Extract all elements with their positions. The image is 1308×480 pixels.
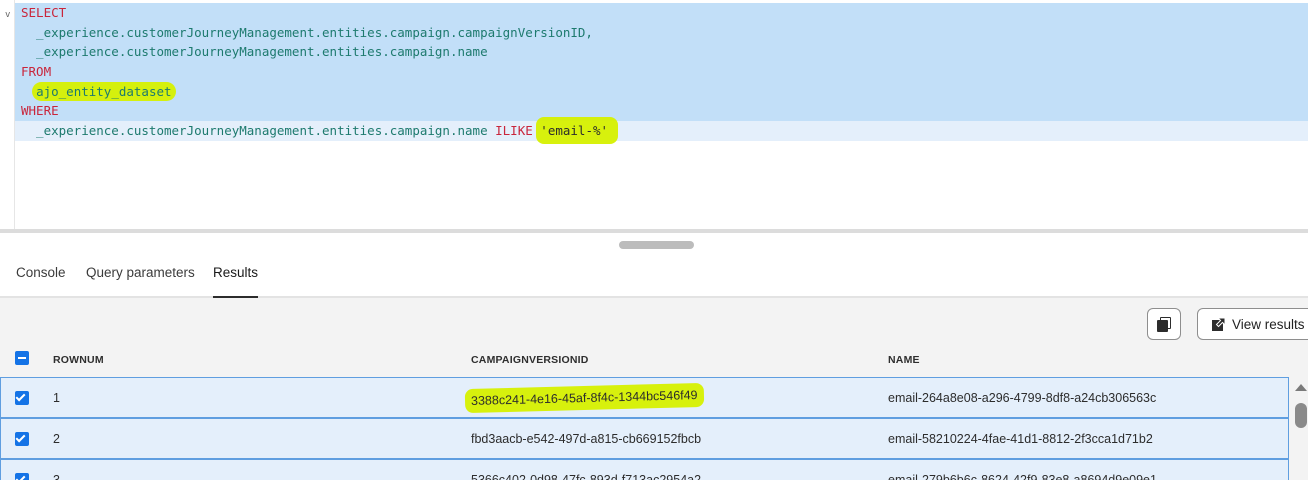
row-checkbox[interactable] [15,473,29,480]
code-area[interactable]: SELECT _experience.customerJourneyManage… [15,3,1308,145]
row-checkbox[interactable] [15,432,29,446]
checkmark-icon [15,391,26,402]
code-line[interactable]: ajo_entity_dataset [15,81,1308,102]
cell-campaignversionid-text: 5366c402-0d98-47fc-893d-f713ac2954a2 [471,473,702,480]
cell-campaignversionid-text: 3388c241-4e16-45af-8f4c-1344bc546f49 [464,382,704,414]
cell-campaignversionid: 3388c241-4e16-45af-8f4c-1344bc546f49 [464,382,704,414]
code-line[interactable]: SELECT [15,3,1308,23]
column-header-name[interactable]: NAME [888,354,920,366]
tab-results[interactable]: Results [213,265,259,298]
table-row[interactable]: 3 5366c402-0d98-47fc-893d-f713ac2954a2 ema… [0,459,1289,480]
sql-keyword: FROM [21,64,52,80]
cell-name-text: email-58210224-4fae-41d1-8812-2f3cca1d71… [888,432,1153,446]
checkmark-icon [15,432,26,443]
resize-handle[interactable] [619,241,694,249]
sql-identifier: _experience.customerJourneyManagement.en… [21,44,488,60]
scroll-up-arrow-icon[interactable] [1295,384,1307,391]
cell-rownum: 3 [53,473,60,480]
view-results-button[interactable]: View results [1197,308,1308,340]
scrollbar-thumb[interactable] [1295,403,1307,428]
cell-rownum-text: 2 [53,432,60,446]
table-row[interactable]: 2 fbd3aacb-e542-497d-a815-cb669152fbcb ema… [0,418,1289,459]
tab-console[interactable]: Console [16,265,66,298]
sql-identifier: ajo_entity_dataset [32,81,176,101]
fold-chevron-icon[interactable]: v [5,10,10,20]
sql-keyword: ILIKE [495,123,533,139]
cell-name: email-264a8e08-a296-4799-8df8-a24cb30656… [888,391,1156,405]
row-checkbox[interactable] [15,391,29,405]
cell-campaignversionid: 5366c402-0d98-47fc-893d-f713ac2954a2 [471,473,701,480]
view-results-label: View results [1232,317,1305,332]
table-row[interactable]: 1 3388c241-4e16-45af-8f4c-1344bc546f49 ema… [0,377,1289,418]
panel-divider [0,229,1308,233]
cell-rownum-text: 1 [53,391,60,405]
sql-keyword: WHERE [21,103,59,119]
cell-rownum-text: 3 [53,473,60,480]
cell-name-text: email-264a8e08-a296-4799-8df8-a24cb30656… [888,391,1157,405]
code-line[interactable]: _experience.customerJourneyManagement.en… [15,22,1308,43]
cell-campaignversionid-text: fbd3aacb-e542-497d-a815-cb669152fbcb [471,432,702,446]
sql-editor[interactable]: v SELECT _experience.customerJourneyMana… [0,0,1308,230]
sql-identifier: _experience.customerJourneyManagement.en… [21,123,496,139]
tab-query-parameters[interactable]: Query parameters [86,265,195,298]
code-line[interactable]: WHERE [15,101,1308,122]
code-line[interactable]: _experience.customerJourneyManagement.en… [15,42,1308,63]
table-body: 1 3388c241-4e16-45af-8f4c-1344bc546f49 ema… [0,377,1289,480]
checkmark-icon [15,473,26,480]
bottom-panel-tabs: Console Query parameters Results [0,255,1308,298]
column-header-campaignversionid[interactable]: CAMPAIGNVERSIONID [471,354,589,366]
editor-gutter: v [0,0,15,230]
cell-name-text: email-279b6b6c-8624-42f9-83e8-a8694d9e09… [888,473,1157,480]
column-header-rownum[interactable]: ROWNUM [53,354,104,366]
cell-name: email-58210224-4fae-41d1-8812-2f3cca1d71… [888,432,1153,446]
copy-results-button[interactable] [1147,308,1181,340]
open-external-icon [1212,317,1226,331]
cell-name: email-279b6b6c-8624-42f9-83e8-a8694d9e09… [888,473,1157,480]
cell-campaignversionid: fbd3aacb-e542-497d-a815-cb669152fbcb [471,432,701,446]
sql-keyword: SELECT [21,5,67,20]
copy-icon-back [1157,320,1168,332]
cell-rownum: 1 [53,391,60,405]
sql-identifier: _experience.customerJourneyManagement.en… [21,24,593,40]
code-line[interactable]: _experience.customerJourneyManagement.en… [15,117,1308,145]
cell-rownum: 2 [53,432,60,446]
sql-string: 'email-%' [536,117,619,145]
table-scrollbar[interactable] [1289,377,1308,480]
table-header: ROWNUM CAMPAIGNVERSIONID NAME [0,344,1308,377]
code-line[interactable]: FROM [15,62,1308,82]
select-all-checkbox[interactable] [15,351,29,365]
